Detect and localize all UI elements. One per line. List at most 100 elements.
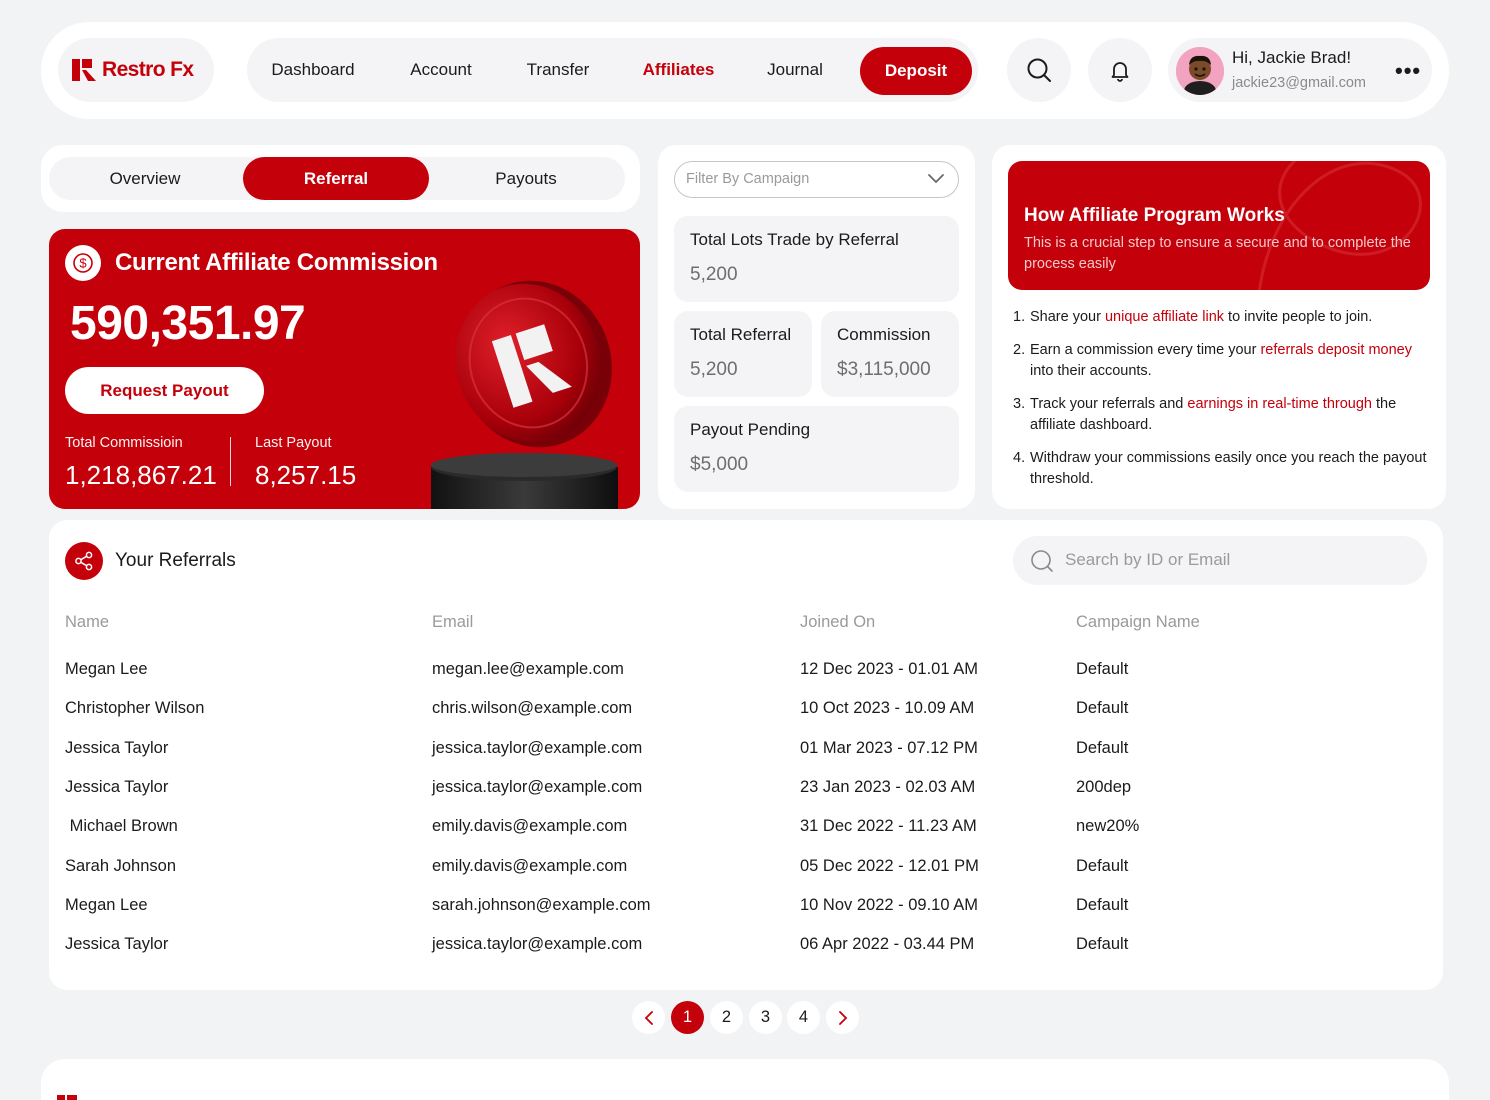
row-campaign: Default bbox=[1076, 856, 1129, 875]
search-placeholder: Search by ID or Email bbox=[1065, 550, 1231, 569]
row-name: Sarah Johnson bbox=[65, 856, 176, 875]
step-highlight: unique affiliate link bbox=[1104, 309, 1225, 325]
row-name: Megan Lee bbox=[65, 895, 148, 914]
last-payout-label: Last Payout bbox=[255, 435, 332, 451]
last-payout-value: 8,257.15 bbox=[255, 460, 357, 490]
deposit-button[interactable]: Deposit bbox=[860, 47, 972, 95]
tab-referral[interactable]: Referral bbox=[243, 157, 429, 200]
search-icon bbox=[1027, 58, 1051, 82]
brand-mark-icon bbox=[72, 59, 96, 81]
total-referral-stat bbox=[674, 311, 812, 397]
next-page-button[interactable] bbox=[826, 1001, 859, 1034]
payout-pending-label: Payout Pending bbox=[690, 420, 811, 439]
page-2-button[interactable]: 2 bbox=[710, 1001, 743, 1034]
row-email: sarah.johnson@example.com bbox=[432, 895, 651, 914]
total-commission-value: 1,218,867.21 bbox=[65, 460, 217, 490]
row-campaign: 200dep bbox=[1076, 777, 1132, 796]
referrals-title: Your Referrals bbox=[115, 550, 236, 571]
row-email: emily.davis@example.com bbox=[432, 817, 628, 836]
payout-pending-value: $5,000 bbox=[690, 454, 749, 475]
prev-page-button[interactable] bbox=[632, 1001, 665, 1034]
step-text: Withdraw your commissions easily once yo… bbox=[1030, 450, 1427, 487]
search-button[interactable] bbox=[1007, 38, 1071, 102]
share-icon bbox=[65, 542, 103, 580]
page-1-button[interactable]: 1 bbox=[671, 1001, 704, 1034]
column-header-name: Name bbox=[65, 613, 110, 631]
column-header-campaign: Campaign Name bbox=[1076, 613, 1200, 631]
nav-dashboard[interactable]: Dashboard bbox=[262, 38, 364, 102]
nav-transfer[interactable]: Transfer bbox=[515, 38, 601, 102]
step-text: Track your referrals and bbox=[1030, 396, 1188, 412]
row-campaign: Default bbox=[1076, 895, 1129, 914]
user-greeting: Hi, Jackie Brad! bbox=[1232, 48, 1352, 67]
row-joined: 12 Dec 2023 - 01.01 AM bbox=[800, 660, 978, 678]
row-name: Jessica Taylor bbox=[65, 935, 169, 954]
nav-account[interactable]: Account bbox=[398, 38, 484, 102]
referrals-panel bbox=[49, 520, 1443, 990]
tab-overview[interactable]: Overview bbox=[57, 157, 233, 200]
row-campaign: Default bbox=[1076, 738, 1129, 757]
row-email: jessica.taylor@example.com bbox=[432, 935, 643, 954]
svg-text:$: $ bbox=[79, 256, 87, 271]
step-highlight: earnings in real-time through bbox=[1187, 396, 1372, 412]
how-it-works-title: How Affiliate Program Works bbox=[1024, 205, 1285, 226]
chevron-down-icon[interactable] bbox=[927, 173, 945, 185]
step-number: 2. bbox=[1013, 342, 1026, 358]
step-highlight: referrals deposit money bbox=[1260, 342, 1412, 358]
step-text: Share your bbox=[1030, 309, 1105, 325]
commission-value: 590,351.97 bbox=[70, 297, 306, 350]
step-number: 4. bbox=[1013, 450, 1026, 466]
commission-title: Current Affiliate Commission bbox=[115, 249, 438, 276]
page-3-button[interactable]: 3 bbox=[749, 1001, 782, 1034]
page-4-button[interactable]: 4 bbox=[787, 1001, 820, 1034]
row-email: emily.davis@example.com bbox=[432, 856, 628, 875]
brand-logo[interactable]: Restro Fx bbox=[58, 38, 214, 102]
step-4: 4. Withdraw your commissions easily once… bbox=[1013, 448, 1433, 489]
total-referral-value: 5,200 bbox=[690, 359, 738, 380]
request-payout-button[interactable]: Request Payout bbox=[65, 367, 264, 414]
stat-divider bbox=[230, 437, 231, 486]
chevron-left-icon bbox=[644, 1011, 653, 1025]
step-number: 3. bbox=[1013, 396, 1026, 412]
row-campaign: new20% bbox=[1076, 817, 1140, 836]
column-header-joined: Joined On bbox=[800, 613, 876, 631]
total-referral-label: Total Referral bbox=[690, 325, 792, 344]
row-name: Jessica Taylor bbox=[65, 738, 169, 757]
row-campaign: Default bbox=[1076, 699, 1129, 718]
footer bbox=[41, 1059, 1449, 1100]
step-text: Earn a commission every time your bbox=[1030, 342, 1261, 358]
row-email: chris.wilson@example.com bbox=[432, 699, 633, 718]
dollar-circle-icon: $ bbox=[65, 245, 101, 281]
column-header-email: Email bbox=[432, 613, 474, 631]
step-2: 2. Earn a commission every time your ref… bbox=[1013, 340, 1433, 381]
row-joined: 23 Jan 2023 - 02.03 AM bbox=[800, 777, 976, 796]
row-email: jessica.taylor@example.com bbox=[432, 738, 643, 757]
tab-payouts[interactable]: Payouts bbox=[438, 157, 614, 200]
payout-pending-stat bbox=[674, 406, 959, 492]
notifications-button[interactable] bbox=[1088, 38, 1152, 102]
commission-stat bbox=[821, 311, 959, 397]
step-3: 3. Track your referrals and earnings in … bbox=[1013, 394, 1433, 435]
avatar bbox=[1176, 47, 1224, 95]
row-joined: 31 Dec 2022 - 11.23 AM bbox=[800, 817, 977, 836]
row-name: Jessica Taylor bbox=[65, 777, 169, 796]
row-joined: 05 Dec 2022 - 12.01 PM bbox=[800, 856, 979, 875]
row-joined: 01 Mar 2023 - 07.12 PM bbox=[800, 738, 978, 757]
user-email: jackie23@gmail.com bbox=[1232, 75, 1366, 91]
step-number: 1. bbox=[1013, 309, 1026, 325]
row-email: jessica.taylor@example.com bbox=[432, 777, 643, 796]
row-joined: 10 Oct 2023 - 10.09 AM bbox=[800, 699, 975, 718]
lots-traded-value: 5,200 bbox=[690, 264, 738, 285]
step-text: into their accounts. bbox=[1030, 362, 1152, 379]
nav-affiliates[interactable]: Affiliates bbox=[632, 38, 725, 102]
row-joined: 10 Nov 2022 - 09.10 AM bbox=[800, 895, 978, 914]
row-campaign: Default bbox=[1076, 660, 1129, 678]
row-joined: 06 Apr 2022 - 03.44 PM bbox=[800, 935, 975, 954]
campaign-filter-placeholder: Filter By Campaign bbox=[686, 171, 810, 187]
bell-icon bbox=[1111, 62, 1129, 82]
more-horizontal-icon[interactable]: ••• bbox=[1395, 58, 1421, 84]
nav-journal[interactable]: Journal bbox=[755, 38, 835, 102]
step-1: 1. Share your unique affiliate link to i… bbox=[1013, 307, 1433, 328]
search-icon bbox=[1031, 550, 1053, 572]
brand-name: Restro Fx bbox=[102, 58, 194, 81]
